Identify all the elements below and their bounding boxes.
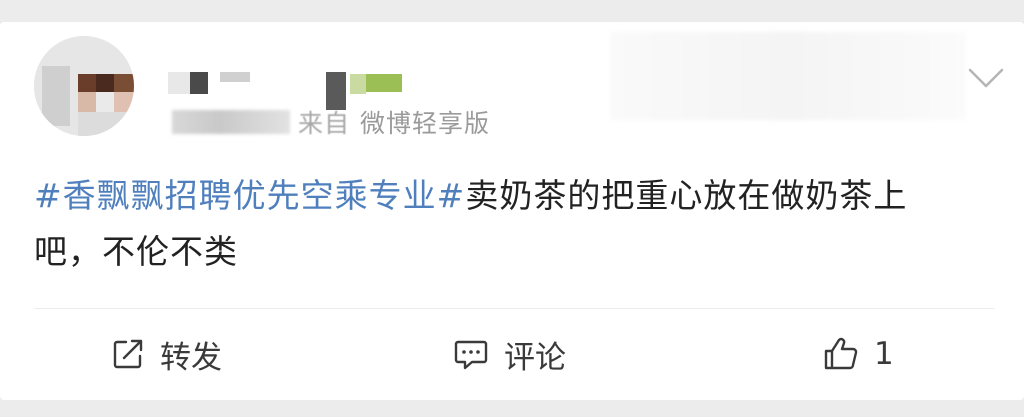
redacted-text	[172, 110, 290, 134]
chat-bubble-icon	[452, 336, 490, 372]
comment-button[interactable]: 评论	[452, 330, 566, 378]
source-prefix: 来自	[298, 109, 351, 138]
comment-label: 评论	[504, 339, 566, 376]
top-gap	[0, 0, 1024, 22]
topic-link[interactable]: #香飘飘招聘优先空乘专业#	[34, 176, 465, 215]
source-client[interactable]: 微博轻享版	[360, 104, 490, 140]
post-text-body: 卖奶茶的把重心放在做奶茶上	[465, 176, 908, 215]
share-box-icon	[110, 336, 146, 372]
chevron-down-icon[interactable]	[966, 66, 1006, 92]
post-text-line-2: 吧，不伦不类	[34, 232, 238, 271]
post-text: #香飘飘招聘优先空乘专业#卖奶茶的把重心放在做奶茶上 吧，不伦不类	[34, 168, 994, 280]
like-count: 1	[874, 336, 894, 372]
post-text-line-1: #香飘飘招聘优先空乘专业#卖奶茶的把重心放在做奶茶上	[34, 168, 994, 224]
bottom-gap	[0, 400, 1024, 417]
divider	[34, 308, 994, 309]
repost-button[interactable]: 转发	[110, 330, 222, 378]
repost-label: 转发	[160, 339, 222, 376]
username-redacted[interactable]	[168, 50, 408, 110]
thumbs-up-icon	[822, 336, 860, 372]
like-button[interactable]: 1	[822, 330, 894, 378]
redacted-region	[610, 32, 966, 120]
post-source: 来自 微博轻享版	[172, 102, 490, 142]
avatar[interactable]	[34, 36, 134, 136]
